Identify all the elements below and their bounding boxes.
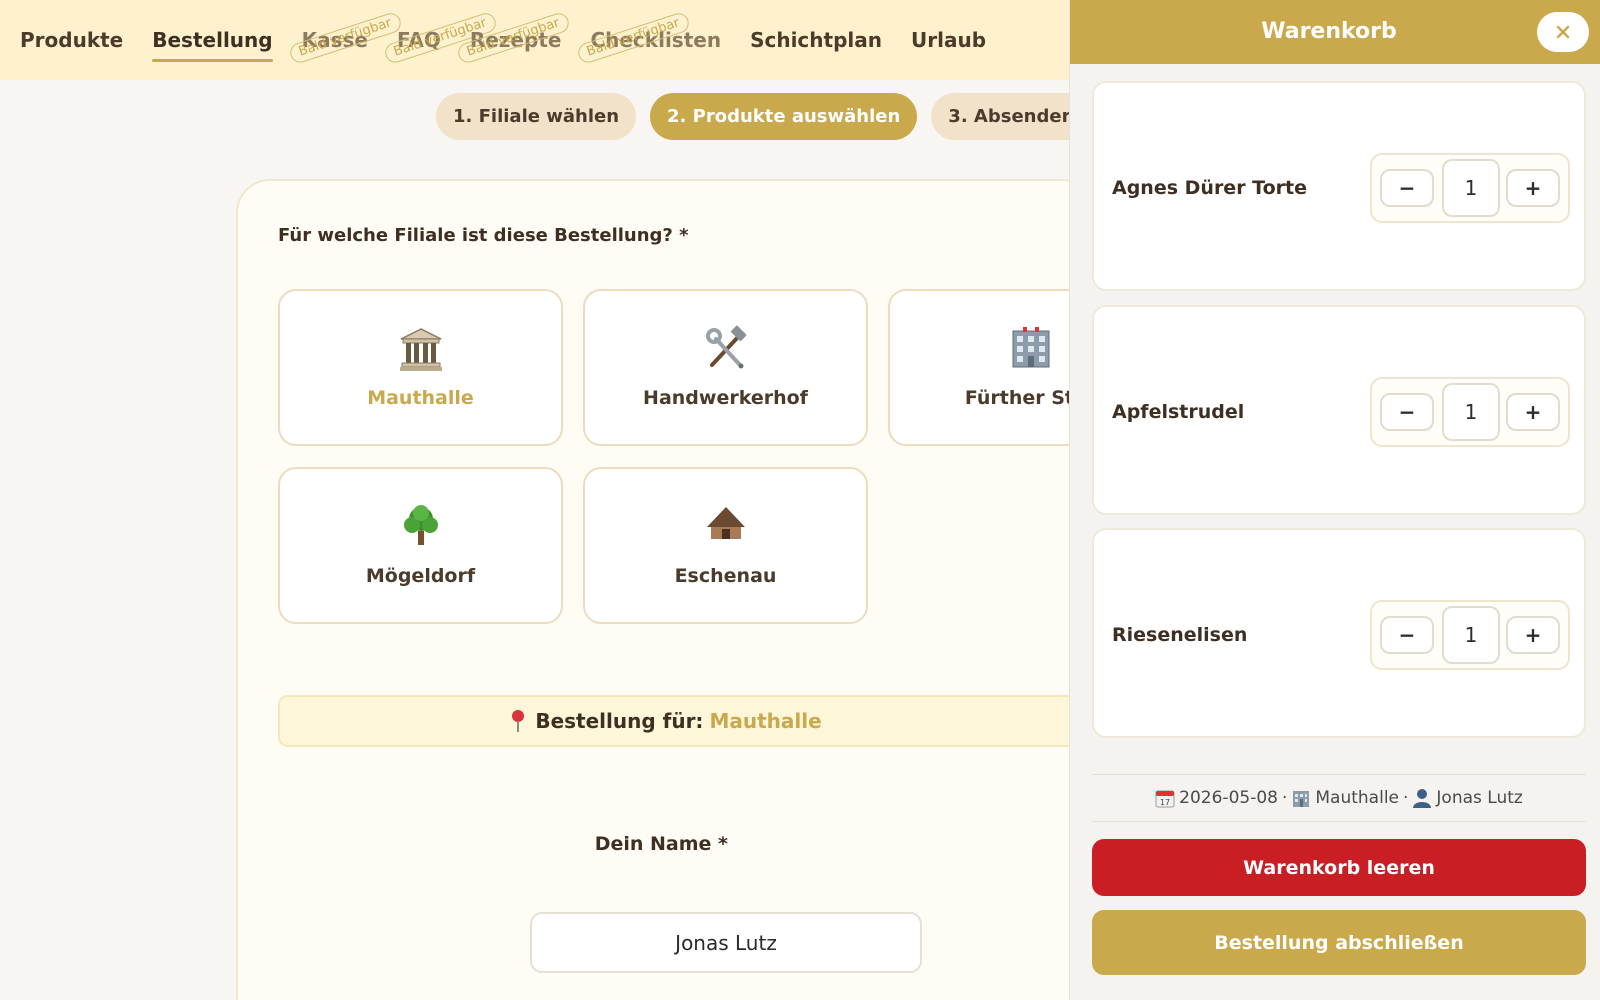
order-user: Jonas Lutz [1436, 788, 1523, 808]
order-date: 2026-05-08 [1179, 788, 1278, 808]
cart-item: Apfelstrudel − + [1092, 305, 1586, 515]
branch-label: Mauthalle [367, 387, 474, 409]
branch-card-handwerkerhof[interactable]: Handwerkerhof [583, 289, 868, 446]
decrease-quantity-button[interactable]: − [1380, 616, 1434, 654]
quantity-stepper: − + [1370, 377, 1570, 447]
nav-item-produkte[interactable]: Produkte [20, 20, 123, 60]
quantity-input[interactable] [1442, 159, 1500, 217]
step-submit[interactable]: 3. Absenden [931, 93, 1092, 140]
cart-item-name: Agnes Dürer Torte [1112, 177, 1308, 199]
quantity-stepper: − + [1370, 600, 1570, 670]
cart-panel: Warenkorb Agnes Dürer Torte − + Apfelstr… [1069, 0, 1600, 1000]
clear-cart-button[interactable]: Warenkorb leeren [1092, 839, 1586, 896]
name-input[interactable] [530, 912, 922, 973]
decrease-quantity-button[interactable]: − [1380, 393, 1434, 431]
order-form-card: Für welche Filiale ist diese Bestellung?… [236, 179, 1173, 1000]
increase-quantity-button[interactable]: + [1506, 616, 1560, 654]
pin-icon [512, 710, 525, 732]
hammer-wrench-icon [705, 325, 746, 369]
decrease-quantity-button[interactable]: − [1380, 169, 1434, 207]
office-building-icon [1293, 791, 1310, 807]
branch-card-eschenau[interactable]: Eschenau [583, 467, 868, 624]
nav-label: Urlaub [911, 28, 987, 52]
branch-card-moegeldorf[interactable]: Mögeldorf [278, 467, 563, 624]
branch-label: Mögeldorf [365, 565, 476, 587]
branch-label: Handwerkerhof [643, 387, 808, 409]
order-branch: Mauthalle [1315, 788, 1399, 808]
cart-item: Riesenelisen − + [1092, 528, 1586, 738]
cart-title: Warenkorb [1261, 19, 1397, 44]
hut-icon [706, 507, 745, 539]
svg-text:17: 17 [1160, 798, 1170, 807]
nav-item-bestellung[interactable]: Bestellung [152, 20, 273, 62]
tree-icon [403, 505, 438, 545]
close-cart-button[interactable] [1537, 12, 1589, 52]
step-select-products[interactable]: 2. Produkte auswählen [650, 93, 918, 140]
cart-item-name: Apfelstrudel [1112, 401, 1245, 423]
name-label: Dein Name * [594, 833, 728, 855]
cart-item-name: Riesenelisen [1112, 624, 1248, 646]
user-icon [1413, 789, 1432, 808]
nav-label: Schichtplan [750, 28, 882, 52]
nav-item-checklisten[interactable]: Checklisten Bald verfügbar [576, 10, 721, 66]
branch-label: Eschenau [674, 565, 777, 587]
nav-item-faq[interactable]: FAQ Bald verfügbar [382, 10, 498, 66]
nav-item-rezepte[interactable]: Rezepte Bald verfügbar [455, 10, 571, 66]
nav-label: Produkte [20, 28, 124, 52]
cart-footer: 17 2026-05-08 · Mauthalle · Jonas Lutz W… [1070, 755, 1600, 1000]
branch-card-mauthalle[interactable]: Mauthalle [278, 289, 563, 446]
top-navigation: Produkte Bestellung Kasse Bald verfügbar… [0, 0, 1069, 80]
order-stepper: 1. Filiale wählen 2. Produkte auswählen … [436, 93, 1092, 140]
order-meta: 17 2026-05-08 · Mauthalle · Jonas Lutz [1092, 774, 1586, 822]
office-building-icon [1012, 327, 1049, 368]
close-icon [1556, 25, 1570, 39]
quantity-stepper: − + [1370, 153, 1570, 223]
cart-header: Warenkorb [1070, 0, 1600, 64]
nav-item-schichtplan[interactable]: Schichtplan [750, 20, 882, 60]
nav-item-urlaub[interactable]: Urlaub [911, 20, 986, 60]
increase-quantity-button[interactable]: + [1506, 393, 1560, 431]
nav-label: Bestellung [152, 28, 273, 52]
nav-item-kasse[interactable]: Kasse Bald verfügbar [287, 10, 403, 66]
quantity-input[interactable] [1442, 383, 1500, 441]
branch-question: Für welche Filiale ist diese Bestellung?… [278, 225, 689, 246]
meta-separator: · [1403, 788, 1409, 808]
increase-quantity-button[interactable]: + [1506, 169, 1560, 207]
order-for-value: Mauthalle [709, 709, 822, 733]
cart-item: Agnes Dürer Torte − + [1092, 81, 1586, 291]
order-for-banner: Bestellung für: Mauthalle [278, 695, 1108, 747]
finish-order-button[interactable]: Bestellung abschließen [1092, 910, 1586, 975]
classical-building-icon [399, 328, 442, 371]
meta-separator: · [1281, 788, 1288, 808]
calendar-icon: 17 [1155, 790, 1175, 808]
quantity-input[interactable] [1442, 606, 1500, 664]
order-for-label: Bestellung für: [535, 709, 704, 733]
step-select-branch[interactable]: 1. Filiale wählen [436, 93, 637, 140]
